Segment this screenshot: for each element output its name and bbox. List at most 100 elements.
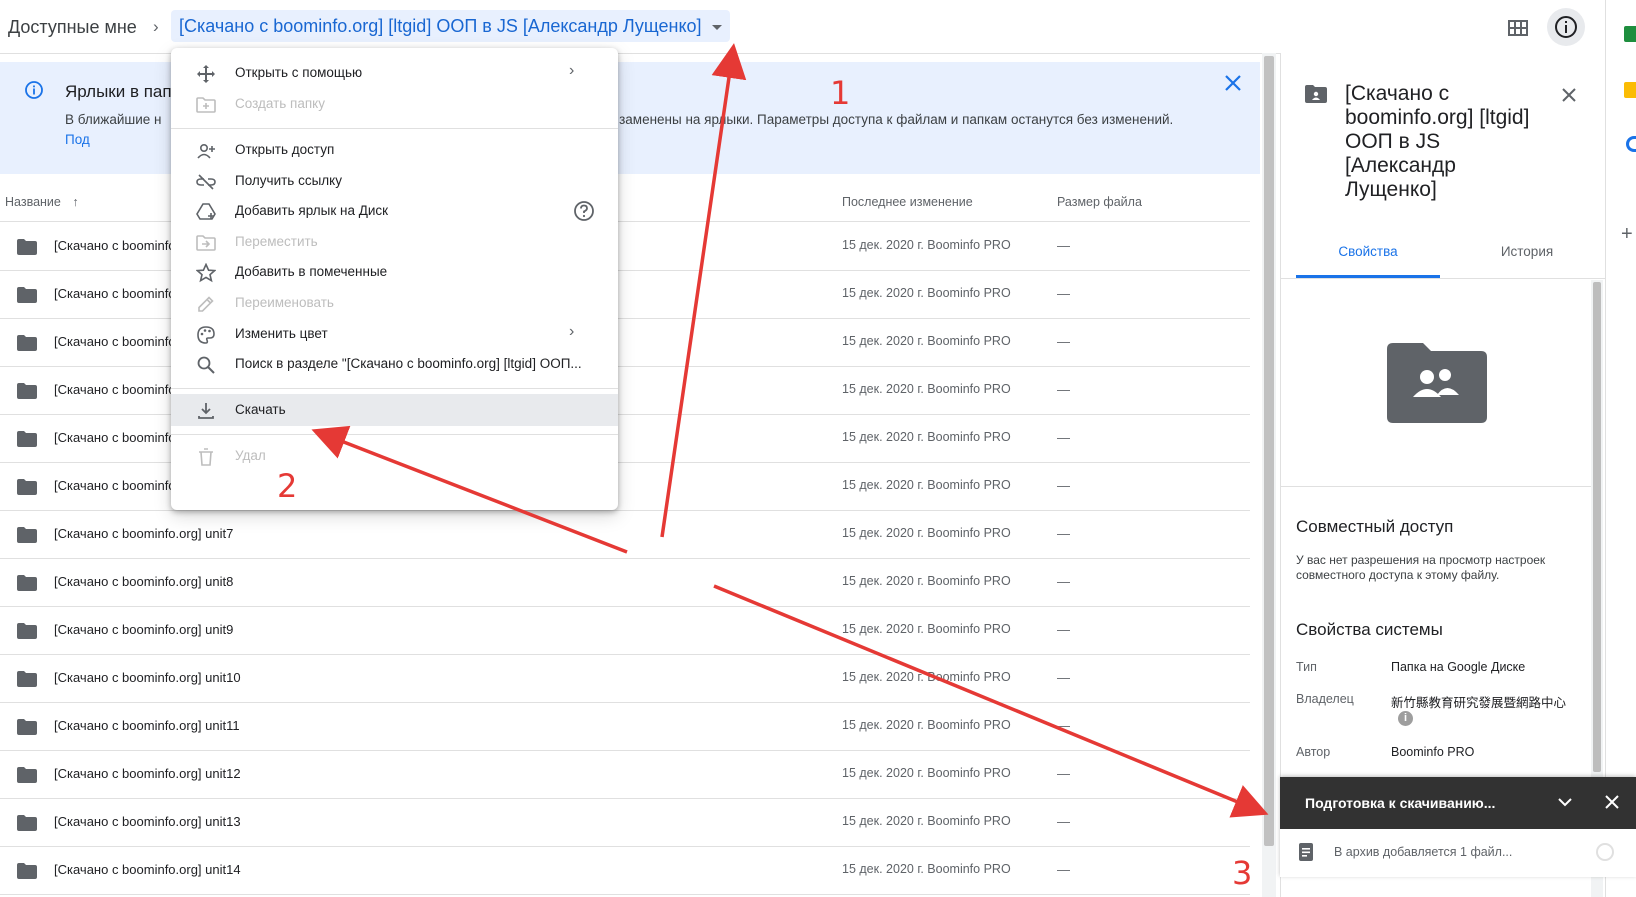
menu-item: Переместить xyxy=(171,226,618,258)
calendar-app-icon[interactable] xyxy=(1624,26,1636,42)
folder-icon xyxy=(17,527,37,543)
row-size: — xyxy=(1057,334,1070,349)
row-name: [Скачано с boominfo.org] unit14 xyxy=(54,862,241,877)
row-modified: 15 дек. 2020 г. Boominfo PRO xyxy=(842,334,1011,348)
table-row[interactable]: [Скачано с boominfo.org] unit9 15 дек. 20… xyxy=(0,606,1250,655)
folder-icon xyxy=(17,431,37,447)
row-size: — xyxy=(1057,430,1070,445)
file-archive-icon xyxy=(1298,843,1314,861)
menu-item[interactable]: Скачать xyxy=(171,394,618,426)
row-size: — xyxy=(1057,574,1070,589)
breadcrumb-current-folder[interactable]: [Скачано с boominfo.org] [ltgid] ООП в J… xyxy=(171,10,730,42)
folder-icon xyxy=(17,863,37,879)
row-modified: 15 дек. 2020 г. Boominfo PRO xyxy=(842,862,1011,876)
arrow-up-icon[interactable]: ↑ xyxy=(72,195,78,209)
loading-spinner-icon xyxy=(1596,843,1614,861)
row-name: [Скачано с boominfo.org] unit13 xyxy=(54,814,241,829)
menu-item-label: Создать папку xyxy=(235,96,325,111)
info-icon[interactable]: i xyxy=(1398,711,1413,726)
prop-author-value: Boominfo PRO xyxy=(1391,745,1475,759)
table-row[interactable]: [Скачано с boominfo.org] unit14 15 дек. 2… xyxy=(0,846,1250,895)
row-size: — xyxy=(1057,478,1070,493)
breadcrumb-current-label: [Скачано с boominfo.org] [ltgid] ООП в J… xyxy=(179,16,702,36)
menu-item: Создать папку xyxy=(171,88,618,120)
table-row[interactable]: [Скачано с boominfo.org] unit11 15 дек. 2… xyxy=(0,702,1250,751)
tasks-app-icon[interactable] xyxy=(1626,136,1636,152)
menu-item[interactable]: Добавить в помеченные xyxy=(171,256,618,288)
row-modified: 15 дек. 2020 г. Boominfo PRO xyxy=(842,718,1011,732)
folder-icon xyxy=(17,767,37,783)
menu-item-label: Открыть доступ xyxy=(235,142,335,157)
keep-app-icon[interactable] xyxy=(1624,82,1636,98)
row-name: [Скачано с boominfo xyxy=(54,286,176,301)
row-modified: 15 дек. 2020 г. Boominfo PRO xyxy=(842,622,1011,636)
row-size: — xyxy=(1057,622,1070,637)
chevron-down-icon[interactable] xyxy=(1556,793,1574,811)
menu-item[interactable]: Открыть с помощью › xyxy=(171,57,618,89)
caret-down-icon xyxy=(711,24,722,30)
table-row[interactable]: [Скачано с boominfo.org] unit7 15 дек. 20… xyxy=(0,510,1250,559)
menu-item[interactable]: Изменить цвет › xyxy=(171,318,618,350)
row-name: [Скачано с boominfo.org] unit11 xyxy=(54,718,240,733)
tab-properties[interactable]: Свойства xyxy=(1296,244,1440,259)
banner-link[interactable]: Под xyxy=(65,132,90,147)
column-header-name[interactable]: Название ↑ xyxy=(5,195,79,209)
edit-icon xyxy=(196,294,216,314)
column-header-name-label: Название xyxy=(5,195,61,209)
folder-icon xyxy=(17,623,37,639)
menu-item: Удал xyxy=(171,440,618,472)
chevron-right-icon: › xyxy=(569,323,575,340)
scrollbar-thumb[interactable] xyxy=(1264,56,1274,846)
prop-owner-key: Владелец xyxy=(1296,692,1354,706)
menu-item-label: Получить ссылку xyxy=(235,173,342,188)
menu-item-label: Поиск в разделе "[Скачано с boominfo.org… xyxy=(235,356,582,371)
row-modified: 15 дек. 2020 г. Boominfo PRO xyxy=(842,286,1011,300)
menu-item: Переименовать xyxy=(171,287,618,319)
table-row[interactable]: [Скачано с boominfo.org] unit12 15 дек. 2… xyxy=(0,750,1250,799)
search-icon xyxy=(196,355,216,375)
folder-icon xyxy=(17,575,37,591)
close-icon[interactable] xyxy=(1222,72,1244,94)
tab-history[interactable]: История xyxy=(1455,244,1599,259)
folder-icon xyxy=(17,719,37,735)
panel-title: [Скачано с boominfo.org] [ltgid] ООП в J… xyxy=(1345,82,1530,201)
table-row[interactable]: [Скачано с boominfo.org] unit8 15 дек. 20… xyxy=(0,558,1250,607)
row-size: — xyxy=(1057,718,1070,733)
move-icon xyxy=(196,64,216,84)
menu-item[interactable]: Поиск в разделе "[Скачано с boominfo.org… xyxy=(171,348,618,380)
breadcrumb-root[interactable]: Доступные мне xyxy=(8,17,137,38)
menu-item-label: Удал xyxy=(235,448,266,463)
grid-view-icon[interactable] xyxy=(1504,14,1532,42)
folder-icon xyxy=(17,479,37,495)
menu-item-label: Изменить цвет xyxy=(235,326,328,341)
close-icon[interactable] xyxy=(1603,793,1621,811)
download-icon xyxy=(196,401,216,421)
menu-item[interactable]: Добавить ярлык на Диск xyxy=(171,195,618,227)
person-add-icon xyxy=(196,141,216,161)
menu-item[interactable]: Открыть доступ xyxy=(171,134,618,166)
row-size: — xyxy=(1057,382,1070,397)
prop-author-key: Автор xyxy=(1296,745,1331,759)
table-row[interactable]: [Скачано с boominfo.org] unit13 15 дек. 2… xyxy=(0,798,1250,847)
folder-icon xyxy=(17,287,37,303)
column-header-size[interactable]: Размер файла xyxy=(1057,195,1142,209)
prop-type-key: Тип xyxy=(1296,660,1317,674)
trash-icon xyxy=(196,447,216,467)
column-header-modified[interactable]: Последнее изменение xyxy=(842,195,973,209)
add-app-icon[interactable]: + xyxy=(1621,223,1633,246)
panel-scrollbar-thumb[interactable] xyxy=(1593,282,1601,772)
folder-icon xyxy=(17,815,37,831)
chevron-right-icon: › xyxy=(153,17,159,36)
row-size: — xyxy=(1057,862,1070,877)
help-icon[interactable] xyxy=(573,200,595,222)
menu-item[interactable]: Получить ссылку xyxy=(171,165,618,197)
close-icon[interactable] xyxy=(1559,85,1579,105)
menu-item-label: Добавить ярлык на Диск xyxy=(235,203,389,218)
menu-item-label: Открыть с помощью xyxy=(235,65,363,80)
table-row[interactable]: [Скачано с boominfo.org] unit10 15 дек. 2… xyxy=(0,654,1250,703)
row-size: — xyxy=(1057,238,1070,253)
info-icon[interactable] xyxy=(1547,8,1585,46)
palette-icon xyxy=(196,325,216,345)
row-name: [Скачано с boominfo xyxy=(54,478,176,493)
folder-icon xyxy=(17,671,37,687)
